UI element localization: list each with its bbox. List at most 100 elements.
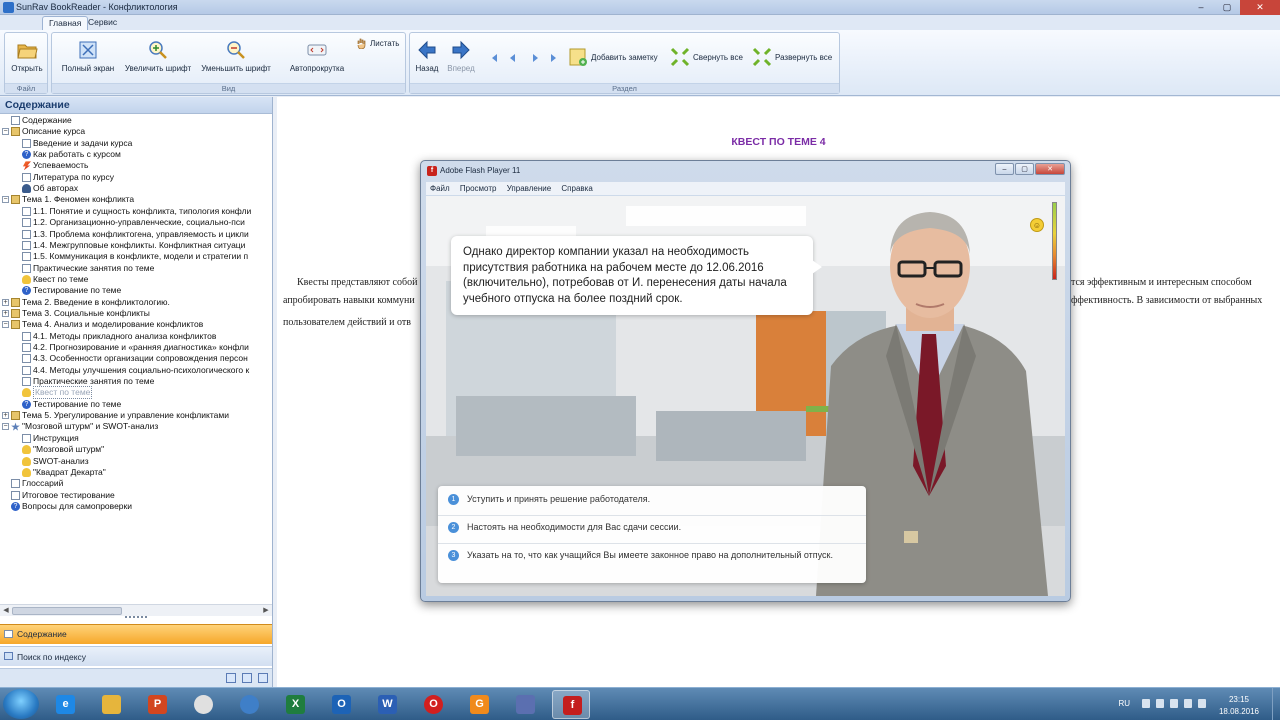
- volume-icon[interactable]: [1170, 699, 1178, 708]
- splitter-grip[interactable]: [125, 616, 147, 620]
- tree-item[interactable]: Литература по курсу: [22, 172, 114, 183]
- tree-item[interactable]: Введение и задачи курса: [22, 138, 132, 149]
- expand-toggle-icon[interactable]: +: [2, 298, 9, 306]
- tree-item[interactable]: ? Как работать с курсом: [22, 149, 121, 160]
- scroll-left-icon[interactable]: ◀: [1, 606, 11, 616]
- taskbar-button[interactable]: O: [322, 690, 360, 719]
- tree-item[interactable]: 1.1. Понятие и сущность конфликта, типол…: [22, 206, 251, 217]
- start-button[interactable]: [3, 689, 39, 719]
- zoom-out-button[interactable]: Уменьшить шрифт: [200, 39, 272, 73]
- small-arrows-icon[interactable]: [490, 53, 560, 63]
- tree-item[interactable]: − Описание курса: [2, 126, 85, 137]
- tree-item[interactable]: ? Тестирование по теме: [22, 399, 121, 410]
- answer-option-2[interactable]: 2 Настоять на необходимости для Вас сдач…: [438, 520, 866, 544]
- taskbar-button[interactable]: X: [276, 690, 314, 719]
- taskbar-button[interactable]: P: [138, 690, 176, 719]
- flash-maximize-button[interactable]: ▢: [1015, 163, 1034, 175]
- scroll-right-icon[interactable]: ▶: [261, 606, 271, 616]
- tree-item[interactable]: Инструкция: [22, 433, 79, 444]
- maximize-button[interactable]: ▢: [1214, 0, 1240, 15]
- footer-icon-3[interactable]: [258, 673, 268, 683]
- horizontal-scrollbar[interactable]: ◀ ▶: [0, 604, 272, 616]
- collapse-toggle-icon[interactable]: −: [2, 196, 9, 204]
- tray-app-icon[interactable]: [1198, 699, 1206, 708]
- tree-item[interactable]: 4.1. Методы прикладного анализа конфликт…: [22, 331, 216, 342]
- scroll-thumb[interactable]: [12, 607, 122, 615]
- tree-item[interactable]: 4.4. Методы улучшения социально-психолог…: [22, 365, 249, 376]
- flag-icon[interactable]: [1184, 699, 1192, 708]
- back-button[interactable]: Назад: [413, 39, 441, 73]
- tree-item[interactable]: ? Вопросы для самопроверки: [11, 501, 132, 512]
- open-button[interactable]: Открыть: [9, 39, 45, 73]
- flash-menu-view[interactable]: Просмотр: [460, 184, 497, 193]
- tree-item[interactable]: Практические занятия по теме: [22, 376, 154, 387]
- clock-time[interactable]: 23:15: [1214, 695, 1264, 704]
- expand-toggle-icon[interactable]: +: [2, 412, 9, 420]
- tree-item[interactable]: "Квадрат Декарта": [22, 467, 106, 478]
- taskbar-button[interactable]: [184, 690, 222, 719]
- tree-item[interactable]: − Тема 1. Феномен конфликта: [2, 194, 134, 205]
- flash-minimize-button[interactable]: –: [995, 163, 1014, 175]
- flash-menu-help[interactable]: Справка: [561, 184, 592, 193]
- forward-button[interactable]: Вперед: [446, 39, 476, 73]
- tree-item[interactable]: + Тема 5. Урегулирование и управление кон…: [2, 410, 229, 421]
- tree-item[interactable]: − Тема 4. Анализ и моделирование конфликт…: [2, 319, 203, 330]
- language-indicator[interactable]: RU: [1118, 699, 1130, 708]
- taskbar-button[interactable]: e: [46, 690, 84, 719]
- taskbar-button[interactable]: f: [552, 690, 590, 719]
- tree-item[interactable]: Практические занятия по теме: [22, 263, 154, 274]
- tree-item[interactable]: SWOT-анализ: [22, 456, 89, 467]
- tree-item[interactable]: "Мозговой штурм": [22, 444, 104, 455]
- tree-item[interactable]: Содержание: [11, 115, 72, 126]
- collapse-toggle-icon[interactable]: −: [2, 128, 9, 136]
- show-desktop-button[interactable]: [1272, 688, 1280, 720]
- flash-menu-file[interactable]: Файл: [430, 184, 450, 193]
- fullscreen-button[interactable]: Полный экран: [58, 39, 118, 73]
- tree-item[interactable]: Глоссарий: [11, 478, 63, 489]
- footer-icon-2[interactable]: [242, 673, 252, 683]
- tree-item[interactable]: + Тема 2. Введение в конфликтологию.: [2, 297, 170, 308]
- tab-service[interactable]: Сервис: [82, 16, 123, 30]
- network-icon[interactable]: [1156, 699, 1164, 708]
- nav-contents-button[interactable]: Содержание: [0, 624, 272, 644]
- tree-item[interactable]: − "Мозговой штурм" и SWOT-анализ: [2, 421, 158, 432]
- nav-index-button[interactable]: Поиск по индексу: [0, 646, 272, 666]
- tree-item[interactable]: Об авторах: [22, 183, 78, 194]
- expand-toggle-icon[interactable]: +: [2, 309, 9, 317]
- tree-item[interactable]: + Тема 3. Социальные конфликты: [2, 308, 150, 319]
- zoom-in-button[interactable]: Увеличить шрифт: [124, 39, 192, 73]
- clock-date[interactable]: 18.08.2016: [1214, 707, 1264, 716]
- tree-item[interactable]: Итоговое тестирование: [11, 490, 115, 501]
- flip-button[interactable]: Листать: [356, 38, 399, 49]
- flash-close-button[interactable]: ✕: [1035, 163, 1065, 175]
- answer-option-1[interactable]: 1 Уступить и принять решение работодател…: [438, 492, 866, 516]
- close-button[interactable]: ✕: [1240, 0, 1280, 15]
- collapse-toggle-icon[interactable]: −: [2, 423, 9, 431]
- tree-item[interactable]: ? Тестирование по теме: [22, 285, 121, 296]
- tree-item[interactable]: 1.5. Коммуникация в конфликте, модели и …: [22, 251, 248, 262]
- taskbar-button[interactable]: O: [414, 690, 452, 719]
- tree-item[interactable]: 1.3. Проблема конфликтогена, управляемос…: [22, 229, 249, 240]
- tray-arrow-icon[interactable]: [1142, 699, 1150, 708]
- flash-menu-control[interactable]: Управление: [507, 184, 551, 193]
- minimize-button[interactable]: –: [1188, 0, 1214, 15]
- tree-item[interactable]: 4.3. Особенности организации сопровожден…: [22, 353, 248, 364]
- autoscroll-button[interactable]: Автопрокрутка: [284, 39, 350, 73]
- add-note-button[interactable]: Добавить заметку: [568, 47, 658, 67]
- taskbar-button[interactable]: G: [460, 690, 498, 719]
- answer-option-3[interactable]: 3 Указать на то, что как учащийся Вы име…: [438, 548, 866, 580]
- taskbar-button[interactable]: [230, 690, 268, 719]
- tree-item[interactable]: Успеваемость: [22, 160, 88, 171]
- taskbar-button[interactable]: W: [368, 690, 406, 719]
- expand-all-button[interactable]: Развернуть все: [752, 47, 832, 67]
- taskbar-button[interactable]: [92, 690, 130, 719]
- taskbar-button[interactable]: [506, 690, 544, 719]
- tree-item[interactable]: Квест по теме: [22, 386, 93, 400]
- collapse-toggle-icon[interactable]: −: [2, 321, 9, 329]
- collapse-all-button[interactable]: Свернуть все: [670, 47, 743, 67]
- tree-item[interactable]: 4.2. Прогнозирование и «ранняя диагности…: [22, 342, 249, 353]
- tree-item[interactable]: 1.2. Организационно-управленческие, соци…: [22, 217, 245, 228]
- footer-icon-1[interactable]: [226, 673, 236, 683]
- tree-item[interactable]: Квест по теме: [22, 274, 88, 285]
- tree-item[interactable]: 1.4. Межгрупповые конфликты. Конфликтная…: [22, 240, 245, 251]
